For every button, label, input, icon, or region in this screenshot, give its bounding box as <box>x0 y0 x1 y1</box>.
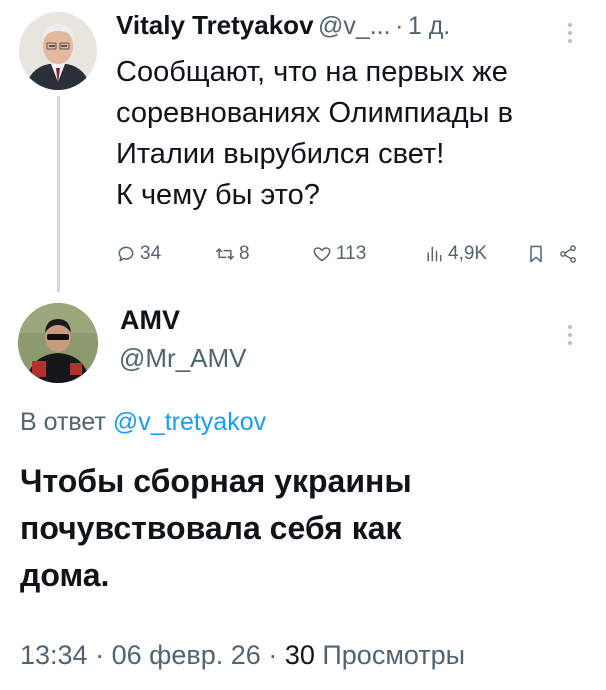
bookmark-icon <box>530 245 542 263</box>
separator-dot: · <box>95 640 105 670</box>
thread-line <box>57 96 60 292</box>
like-icon <box>313 247 331 262</box>
repost-button[interactable]: 8 <box>215 243 250 265</box>
avatar-amv[interactable] <box>18 303 98 383</box>
author-name[interactable]: Vitaly Tretyakov <box>116 10 314 40</box>
separator-dot: · <box>268 640 278 670</box>
reply-text: Чтобы сборная украины почувствовала себя… <box>20 458 590 599</box>
more-icon[interactable] <box>568 23 574 43</box>
tweet1-header: Vitaly Tretyakov @v_... · 1 д. <box>116 10 450 41</box>
tweet1-text: Сообщают, что на первых же соревнованиях… <box>116 56 513 211</box>
views-icon <box>427 246 442 262</box>
reply-prefix: В ответ <box>20 408 106 436</box>
views-button[interactable]: 4,9K <box>424 243 487 265</box>
reply-icon <box>118 246 134 262</box>
reply-author-handle[interactable]: @Mr_AMV <box>119 343 247 374</box>
repost-icon <box>215 248 235 260</box>
share-icon <box>560 245 576 263</box>
separator-dot: · <box>395 12 404 40</box>
reply-text-line: почувствовала себя как <box>20 510 402 546</box>
reply-to-handle-link[interactable]: @v_tretyakov <box>113 408 266 436</box>
tweet1-actions: 34 8 113 4,9K <box>116 240 586 268</box>
post-date[interactable]: 06 февр. 26 <box>112 640 261 670</box>
reply-text-line: Чтобы сборная украины <box>20 463 412 499</box>
share-button[interactable] <box>558 244 578 264</box>
post-time[interactable]: 13:34 <box>20 640 88 670</box>
reply-count: 34 <box>140 243 162 264</box>
avatar-vitaly[interactable] <box>19 12 97 90</box>
reply-button[interactable]: 34 <box>116 243 161 265</box>
reply-meta: 13:34 · 06 февр. 26 · 30 Просмотры <box>20 640 465 671</box>
reply-text-line: дома. <box>20 557 110 593</box>
author-handle[interactable]: @v_... <box>318 12 391 40</box>
reply-author-name[interactable]: AMV <box>120 305 180 336</box>
reply-context: В ответ @v_tretyakov <box>20 408 266 437</box>
post-time[interactable]: 1 д. <box>408 12 450 40</box>
like-button[interactable]: 113 <box>312 243 366 265</box>
views-count: 30 <box>284 640 315 670</box>
like-count: 113 <box>336 243 367 264</box>
repost-count: 8 <box>239 243 250 264</box>
views-count: 4,9K <box>448 243 488 264</box>
bookmark-button[interactable] <box>526 244 546 264</box>
views-label: Просмотры <box>322 640 466 670</box>
reply-more-icon[interactable] <box>568 325 574 345</box>
